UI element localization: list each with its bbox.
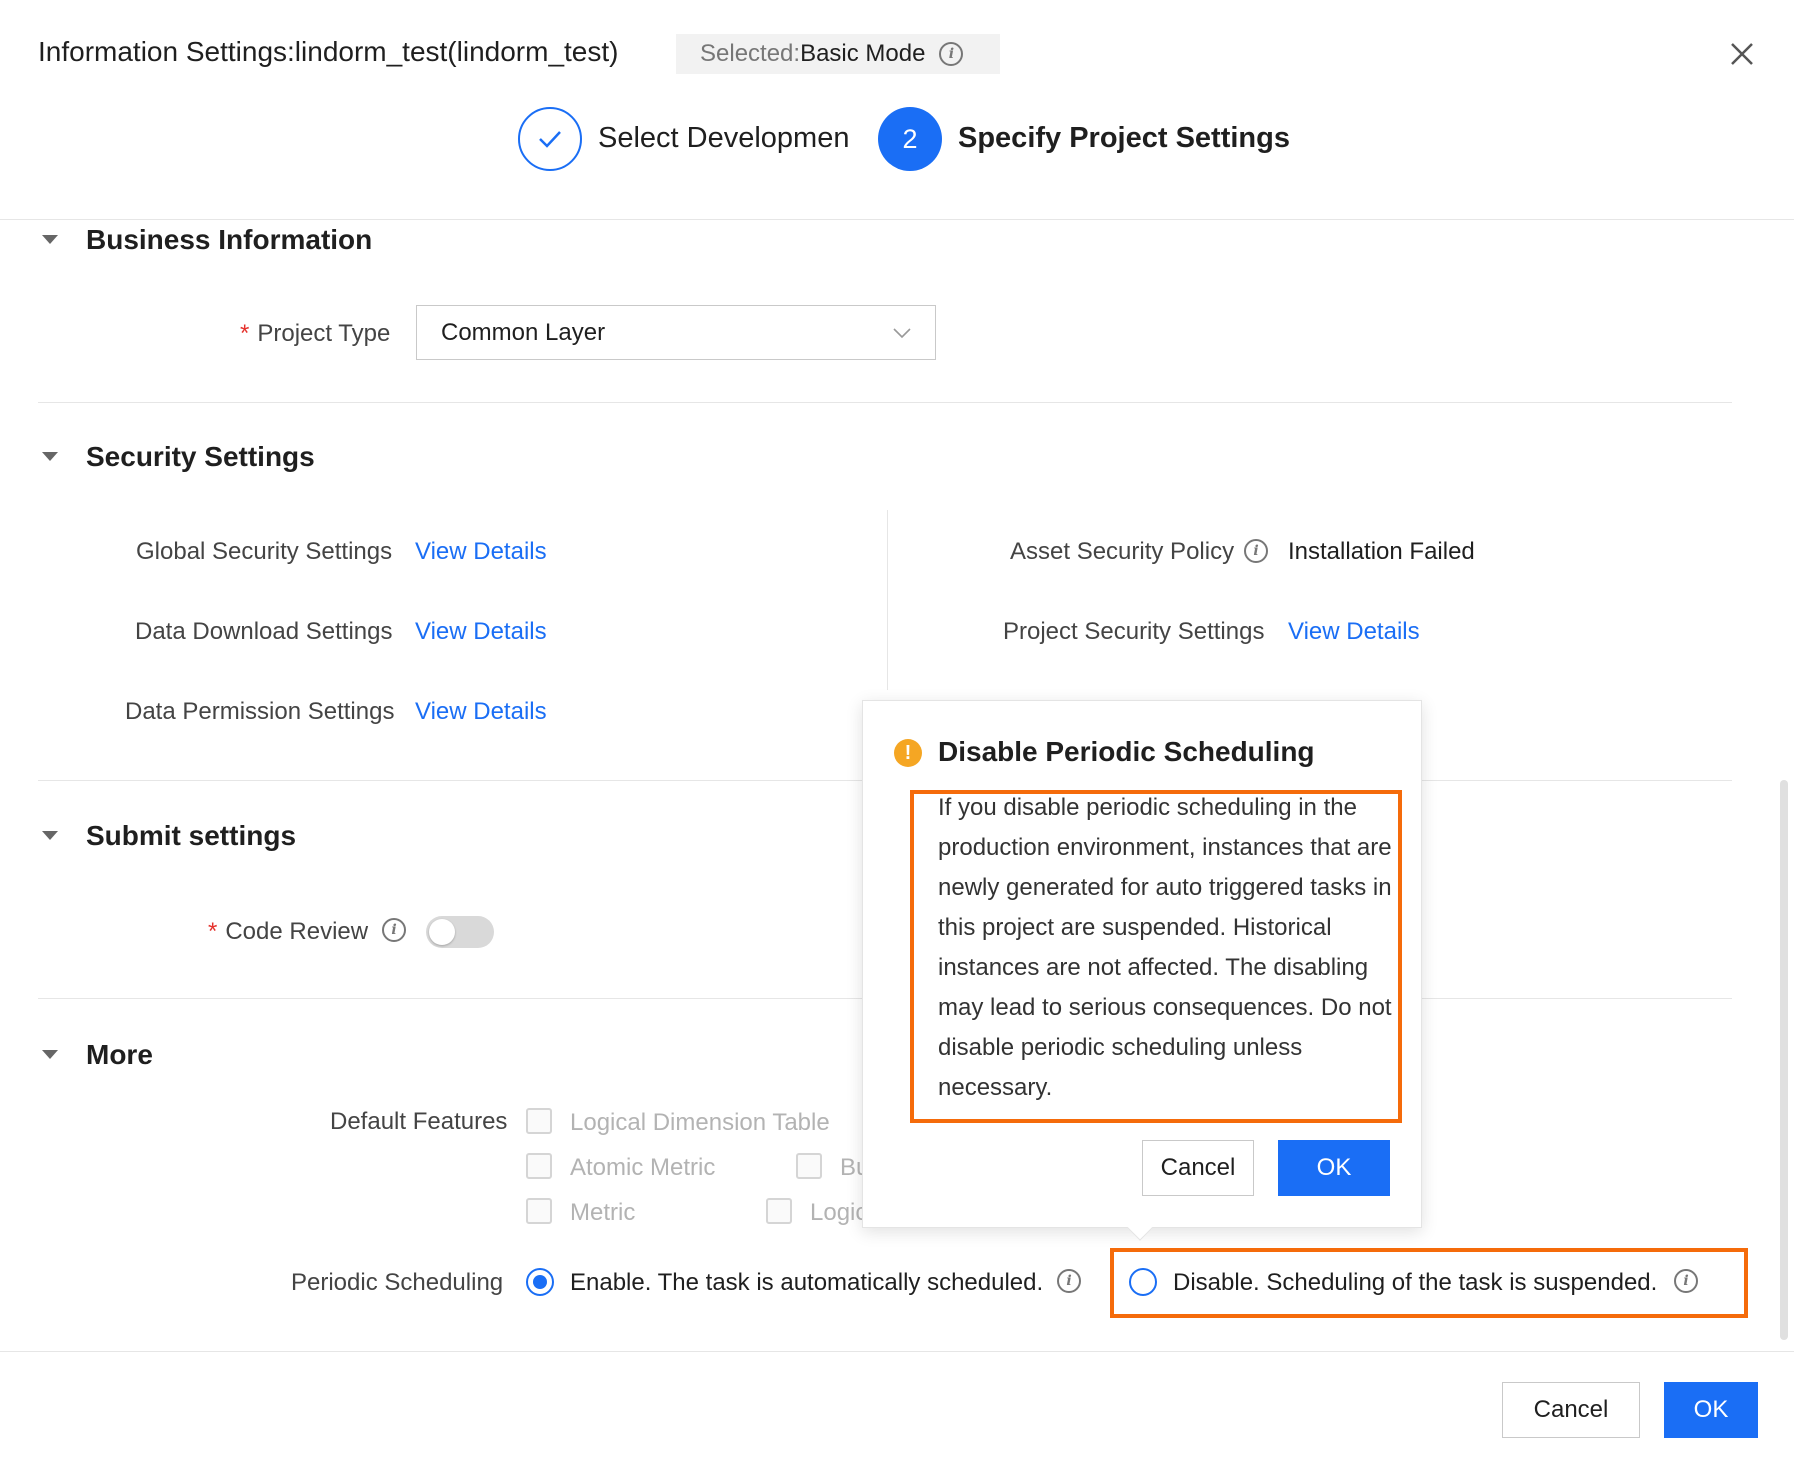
info-icon[interactable]: i (1244, 539, 1268, 563)
warning-icon: ! (894, 739, 922, 767)
popover-cancel-button[interactable]: Cancel (1142, 1140, 1254, 1196)
project-security-view-details-link[interactable]: View Details (1288, 618, 1420, 646)
collapse-caret-icon[interactable] (42, 831, 58, 840)
feature-label: Metric (570, 1199, 636, 1226)
step-2-number: 2 (878, 107, 942, 171)
default-features-label: Default Features (330, 1108, 508, 1135)
mode-label: Selected: (700, 40, 801, 67)
footer-ok-button[interactable]: OK (1664, 1382, 1758, 1438)
popover-body: If you disable periodic scheduling in th… (938, 794, 1392, 1101)
collapse-caret-icon[interactable] (42, 452, 58, 461)
step-1-check-icon (518, 107, 582, 171)
data-permission-label: Data Permission Settings (125, 698, 395, 725)
global-security-view-details-link[interactable]: View Details (415, 538, 547, 566)
section-title-submit: Submit settings (86, 820, 297, 851)
feature-checkbox[interactable] (526, 1198, 552, 1224)
section-title-business: Business Information (86, 224, 373, 255)
code-review-toggle[interactable] (426, 916, 494, 948)
section-title-security: Security Settings (86, 441, 315, 472)
feature-label: Atomic Metric (570, 1154, 716, 1181)
info-icon[interactable]: i (382, 918, 406, 942)
collapse-caret-icon[interactable] (42, 1050, 58, 1059)
feature-label: Logical Dimension Table (570, 1109, 830, 1136)
radio-selected-dot (533, 1275, 547, 1289)
chevron-down-icon (893, 328, 911, 339)
column-divider (887, 510, 888, 690)
mode-value: Basic Mode (800, 40, 926, 67)
periodic-scheduling-label: Periodic Scheduling (291, 1269, 504, 1296)
popover-title: Disable Periodic Scheduling (938, 736, 1315, 767)
step-2-label: Specify Project Settings (958, 122, 1290, 154)
project-type-label: * Project Type (240, 320, 391, 347)
footer-cancel-button[interactable]: Cancel (1502, 1382, 1640, 1438)
info-icon[interactable]: i (939, 42, 964, 66)
asset-security-value: Installation Failed (1288, 538, 1475, 565)
header-divider (0, 219, 1794, 220)
project-type-value: Common Layer (441, 318, 606, 346)
global-security-label: Global Security Settings (136, 538, 393, 565)
dialog-title: Information Settings:lindorm_test(lindor… (38, 36, 619, 67)
section-title-more: More (86, 1039, 153, 1070)
feature-checkbox[interactable] (796, 1153, 822, 1179)
mode-badge: Selected: Basic Mode i (676, 34, 1000, 74)
scrollbar[interactable] (1780, 780, 1788, 1340)
data-permission-view-details-link[interactable]: View Details (415, 698, 547, 726)
info-icon[interactable]: i (1674, 1269, 1698, 1293)
feature-label: Logic (810, 1199, 868, 1226)
asset-security-label: Asset Security Policy (1010, 538, 1235, 565)
enable-scheduling-label[interactable]: Enable. The task is automatically schedu… (570, 1269, 1043, 1297)
section-divider (38, 402, 1732, 403)
popover-ok-button[interactable]: OK (1278, 1140, 1390, 1196)
data-download-label: Data Download Settings (135, 618, 393, 645)
toggle-knob (429, 919, 455, 945)
feature-checkbox[interactable] (766, 1198, 792, 1224)
data-download-view-details-link[interactable]: View Details (415, 618, 547, 646)
project-security-label: Project Security Settings (1003, 618, 1265, 645)
feature-checkbox[interactable] (526, 1108, 552, 1134)
info-icon[interactable]: i (1057, 1269, 1081, 1293)
code-review-label: * Code Review (208, 918, 369, 945)
step-1-label[interactable]: Select Development Mode (598, 122, 848, 155)
enable-scheduling-radio[interactable] (526, 1268, 554, 1296)
disable-scheduling-radio[interactable] (1129, 1268, 1157, 1296)
project-type-select[interactable]: Common Layer (416, 305, 936, 360)
footer-divider (0, 1351, 1794, 1352)
close-icon[interactable] (1724, 36, 1760, 72)
feature-checkbox[interactable] (526, 1153, 552, 1179)
disable-scheduling-label[interactable]: Disable. Scheduling of the task is suspe… (1173, 1269, 1657, 1297)
collapse-caret-icon[interactable] (42, 235, 58, 244)
